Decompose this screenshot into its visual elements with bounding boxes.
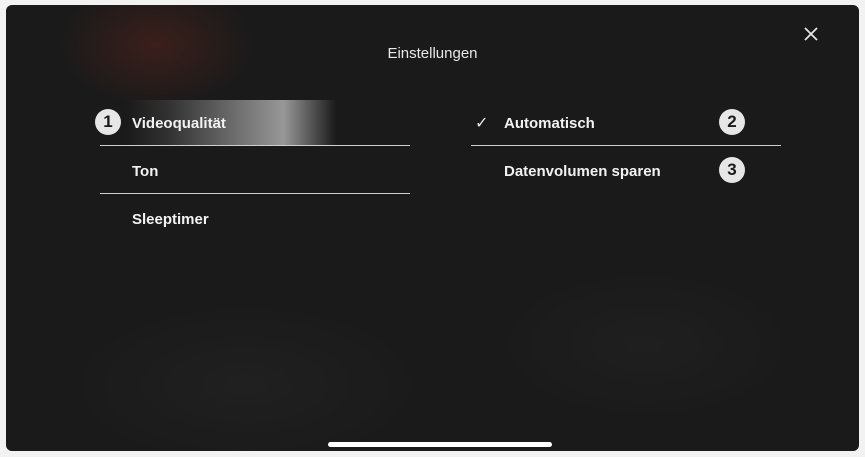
settings-screen: Einstellungen Videoqualität 1 Ton Sleept… (6, 5, 859, 451)
menu-item-ton[interactable]: Ton (132, 148, 402, 194)
close-icon (804, 27, 818, 41)
option-label: Datenvolumen sparen (504, 162, 661, 180)
page-title: Einstellungen (387, 45, 478, 62)
callout-badge-1: 1 (95, 109, 121, 135)
close-button[interactable] (800, 23, 822, 45)
callout-badge-2: 2 (719, 109, 745, 135)
callout-badge-3: 3 (719, 157, 745, 183)
divider (100, 193, 410, 194)
divider (100, 145, 410, 146)
menu-item-label: Videoqualität (132, 114, 226, 132)
menu-item-label: Ton (132, 162, 159, 180)
menu-item-videoqualitaet[interactable]: Videoqualität (126, 100, 336, 146)
menu-item-label: Sleeptimer (132, 210, 209, 228)
option-datenvolumen-sparen[interactable]: Datenvolumen sparen (504, 148, 714, 194)
home-indicator[interactable] (328, 442, 552, 447)
option-label: Automatisch (504, 114, 595, 132)
option-automatisch[interactable]: Automatisch (504, 100, 714, 146)
divider (471, 145, 781, 146)
checkmark-icon: ✓ (475, 115, 489, 132)
menu-item-sleeptimer[interactable]: Sleeptimer (132, 196, 402, 242)
